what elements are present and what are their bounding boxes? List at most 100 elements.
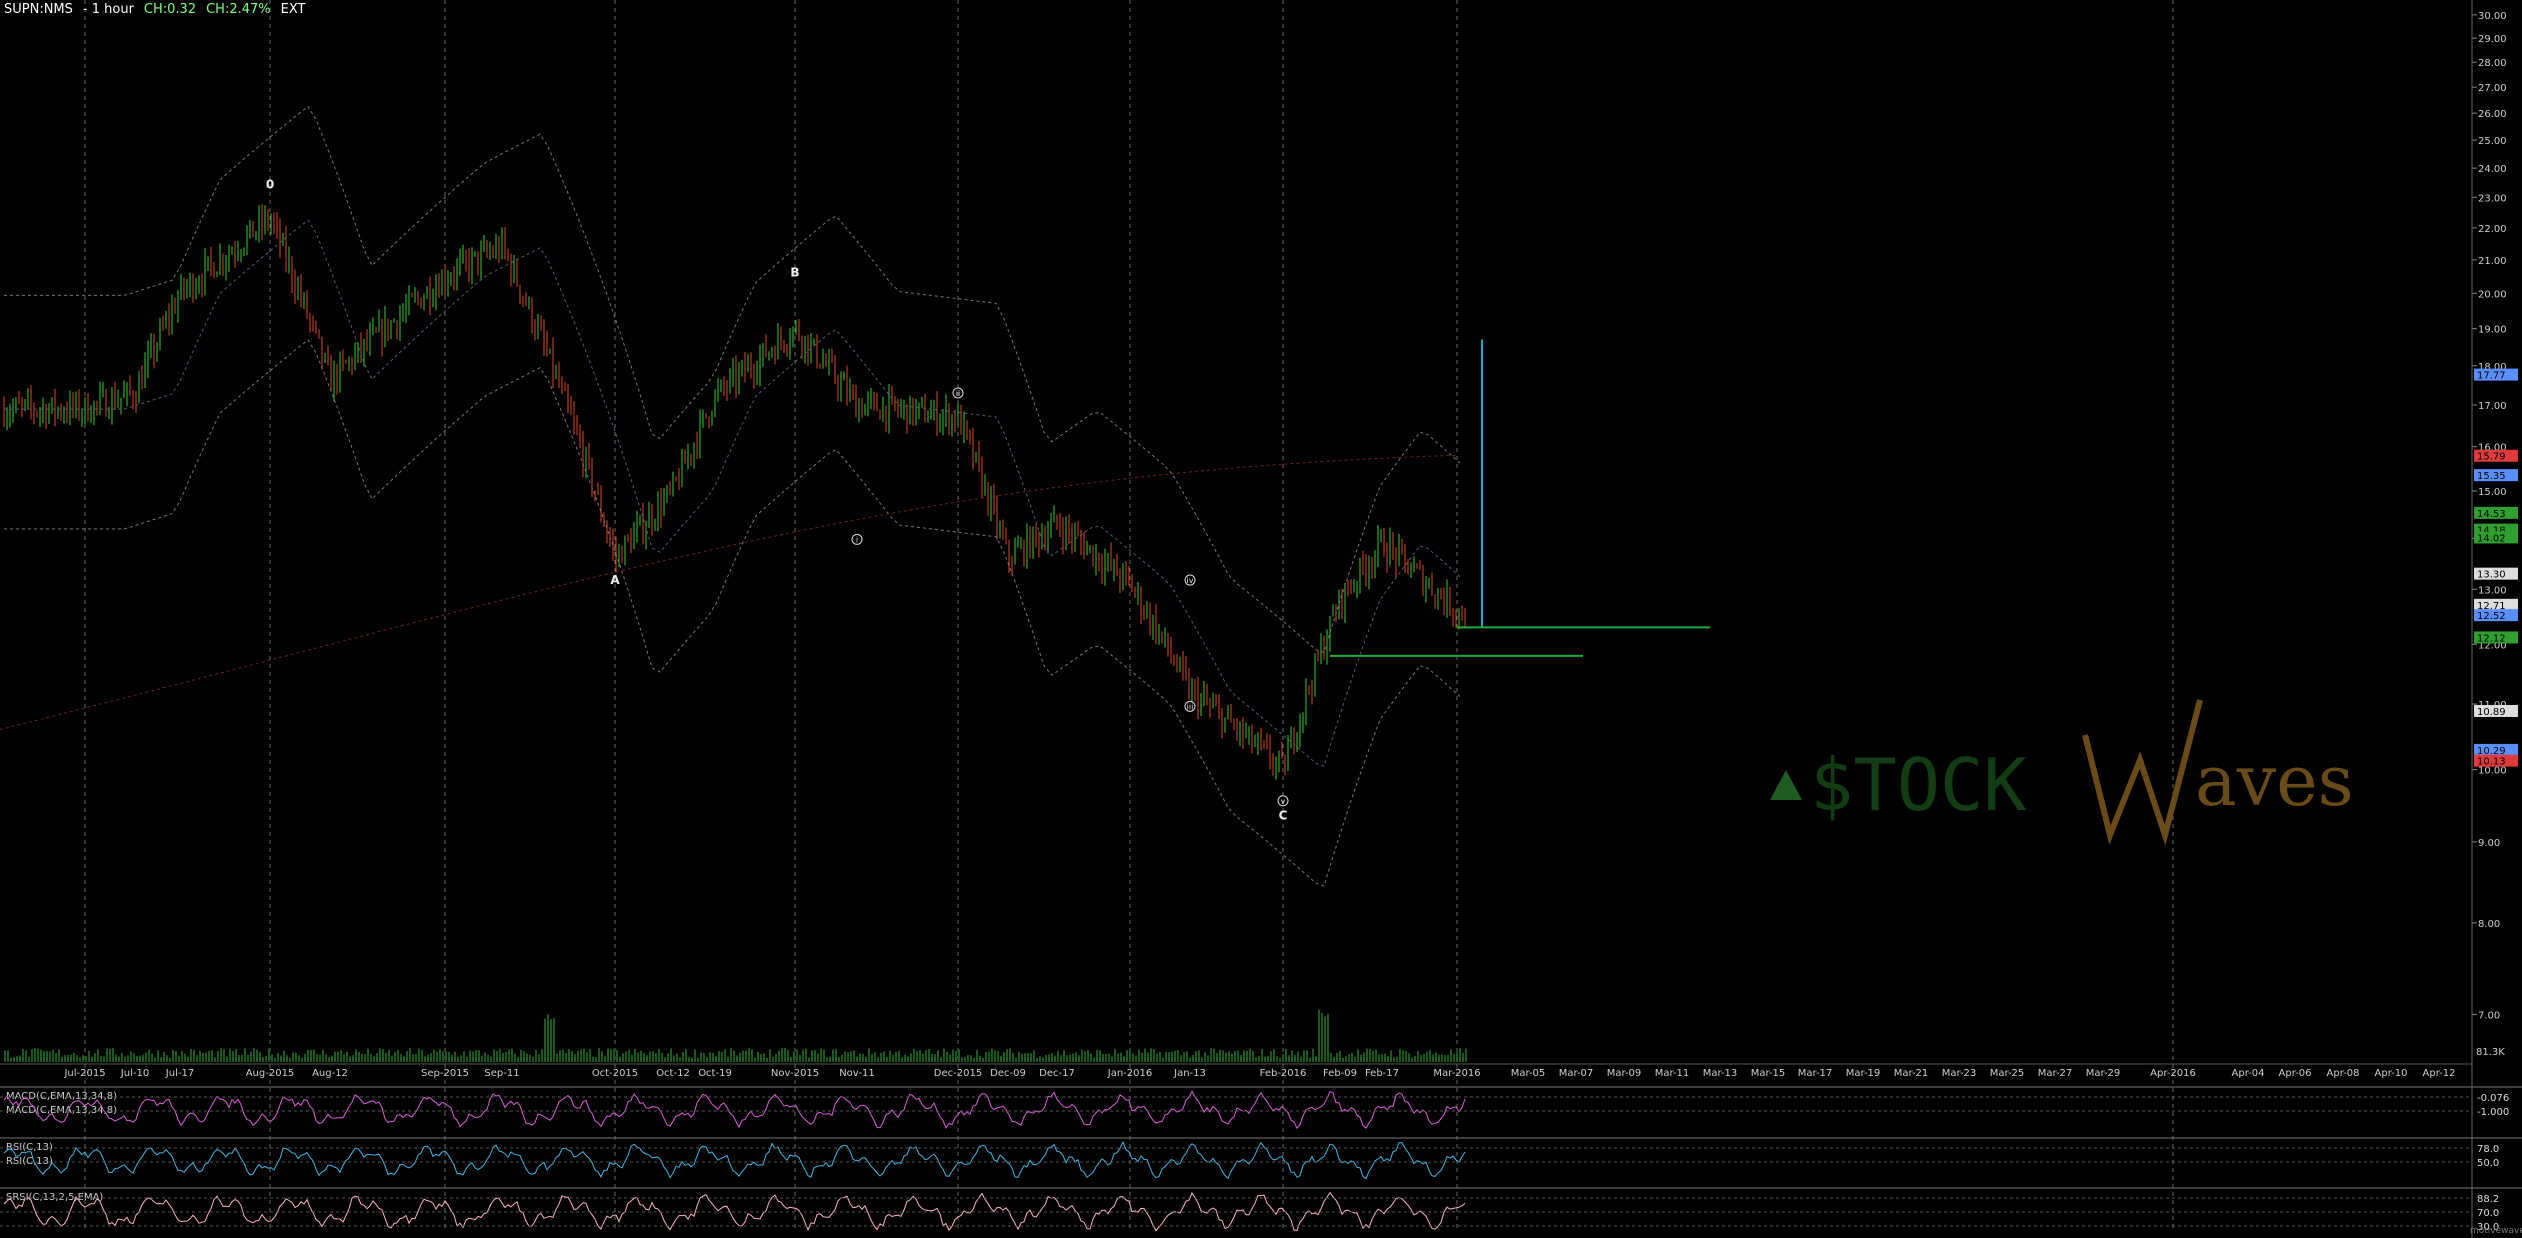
volume-bar — [1291, 1050, 1293, 1062]
volume-bar — [514, 1053, 516, 1062]
volume-bar — [442, 1051, 444, 1062]
volume-bar — [700, 1052, 702, 1062]
volume-bar — [1120, 1052, 1122, 1062]
volume-bar — [313, 1049, 315, 1062]
volume-bar — [130, 1051, 132, 1062]
volume-bar — [94, 1053, 96, 1062]
volume-bar — [385, 1053, 387, 1062]
volume-bar — [1162, 1057, 1164, 1062]
symbol-label[interactable]: SUPN:NMS — [4, 2, 73, 17]
x-tick-label: Mar-05 — [1511, 1068, 1546, 1079]
volume-bar — [178, 1055, 180, 1062]
volume-bar — [679, 1057, 681, 1062]
volume-bar — [1057, 1050, 1059, 1062]
volume-bar — [1393, 1057, 1395, 1062]
y-tick-label: 24.00 — [2478, 164, 2507, 175]
volume-bar — [1258, 1055, 1260, 1062]
band-curve — [4, 105, 1461, 654]
volume-bar — [901, 1057, 903, 1062]
volume-bar — [49, 1051, 51, 1062]
volume-bar — [892, 1054, 894, 1062]
volume-bar — [1435, 1052, 1437, 1062]
volume-bar — [1402, 1050, 1404, 1062]
volume-bar — [784, 1048, 786, 1062]
volume-bar — [1144, 1048, 1146, 1062]
volume-bar — [844, 1051, 846, 1062]
volume-bar — [862, 1053, 864, 1062]
volume-bar — [217, 1050, 219, 1062]
volume-bar — [211, 1050, 213, 1062]
volume-bar — [1156, 1053, 1158, 1062]
volume-bar — [448, 1051, 450, 1062]
volume-bar — [193, 1049, 195, 1062]
volume-bar — [304, 1053, 306, 1062]
volume-bar — [913, 1048, 915, 1062]
volume-bar — [301, 1057, 303, 1062]
volume-bar — [1294, 1055, 1296, 1062]
volume-bar — [667, 1053, 669, 1062]
volume-bar — [823, 1049, 825, 1062]
volume-bar — [1240, 1055, 1242, 1062]
volume-bar — [1009, 1048, 1011, 1062]
volume-bar — [1174, 1050, 1176, 1062]
volume-bar — [406, 1050, 408, 1062]
volume-bar — [553, 1017, 555, 1062]
volume-bar — [79, 1057, 81, 1062]
volume-bar — [922, 1053, 924, 1062]
volume-bar — [1420, 1054, 1422, 1062]
volume-bar — [241, 1054, 243, 1062]
volume-bar — [982, 1057, 984, 1062]
volume-bar — [1216, 1053, 1218, 1062]
volume-bar — [505, 1051, 507, 1062]
x-tick-label: Mar-09 — [1607, 1068, 1642, 1079]
volume-bar — [1354, 1056, 1356, 1062]
volume-bar — [589, 1049, 591, 1062]
volume-bar — [547, 1014, 549, 1062]
x-tick-label: Apr-10 — [2375, 1068, 2408, 1079]
volume-bar — [154, 1057, 156, 1062]
volume-bar — [511, 1048, 513, 1062]
volume-bar — [418, 1048, 420, 1062]
y-tick-label: 26.00 — [2478, 109, 2507, 120]
x-tick-label: Oct-12 — [656, 1068, 690, 1079]
volume-bar — [391, 1055, 393, 1062]
volume-bar — [1246, 1050, 1248, 1062]
volume-bar — [943, 1048, 945, 1062]
volume-bar — [559, 1050, 561, 1062]
volume-bar — [1237, 1050, 1239, 1062]
volume-bar — [433, 1049, 435, 1062]
volume-bar — [103, 1056, 105, 1062]
volume-bar — [487, 1054, 489, 1062]
volume-bar — [1015, 1057, 1017, 1062]
volume-bar — [1147, 1052, 1149, 1062]
volume-bar — [526, 1053, 528, 1062]
volume-bar — [529, 1054, 531, 1062]
volume-bar — [790, 1056, 792, 1062]
volume-bar — [904, 1054, 906, 1062]
volume-bar — [1021, 1053, 1023, 1062]
volume-bar — [1372, 1050, 1374, 1062]
volume-bar — [415, 1054, 417, 1062]
volume-bar — [490, 1056, 492, 1062]
volume-bar — [253, 1048, 255, 1062]
wave-label: A — [610, 573, 620, 587]
volume-bar — [1429, 1049, 1431, 1062]
volume-bar — [1060, 1055, 1062, 1062]
volume-bar — [979, 1055, 981, 1062]
volume-bar — [322, 1049, 324, 1062]
volume-bar — [808, 1057, 810, 1062]
volume-bar — [382, 1049, 384, 1062]
ext-label[interactable]: EXT — [281, 2, 306, 17]
watermark-aves: aves — [2195, 740, 2354, 822]
volume-bar — [1249, 1048, 1251, 1062]
volume-bar — [286, 1055, 288, 1062]
band-curve — [4, 339, 1461, 887]
volume-bar — [649, 1051, 651, 1062]
volume-bar — [748, 1048, 750, 1062]
volume-bar — [865, 1056, 867, 1062]
volume-bar — [1306, 1049, 1308, 1062]
volume-bar — [1285, 1048, 1287, 1062]
interval-label[interactable]: - 1 hour — [83, 2, 134, 17]
volume-bar — [1006, 1049, 1008, 1062]
volume-bar — [1078, 1055, 1080, 1062]
